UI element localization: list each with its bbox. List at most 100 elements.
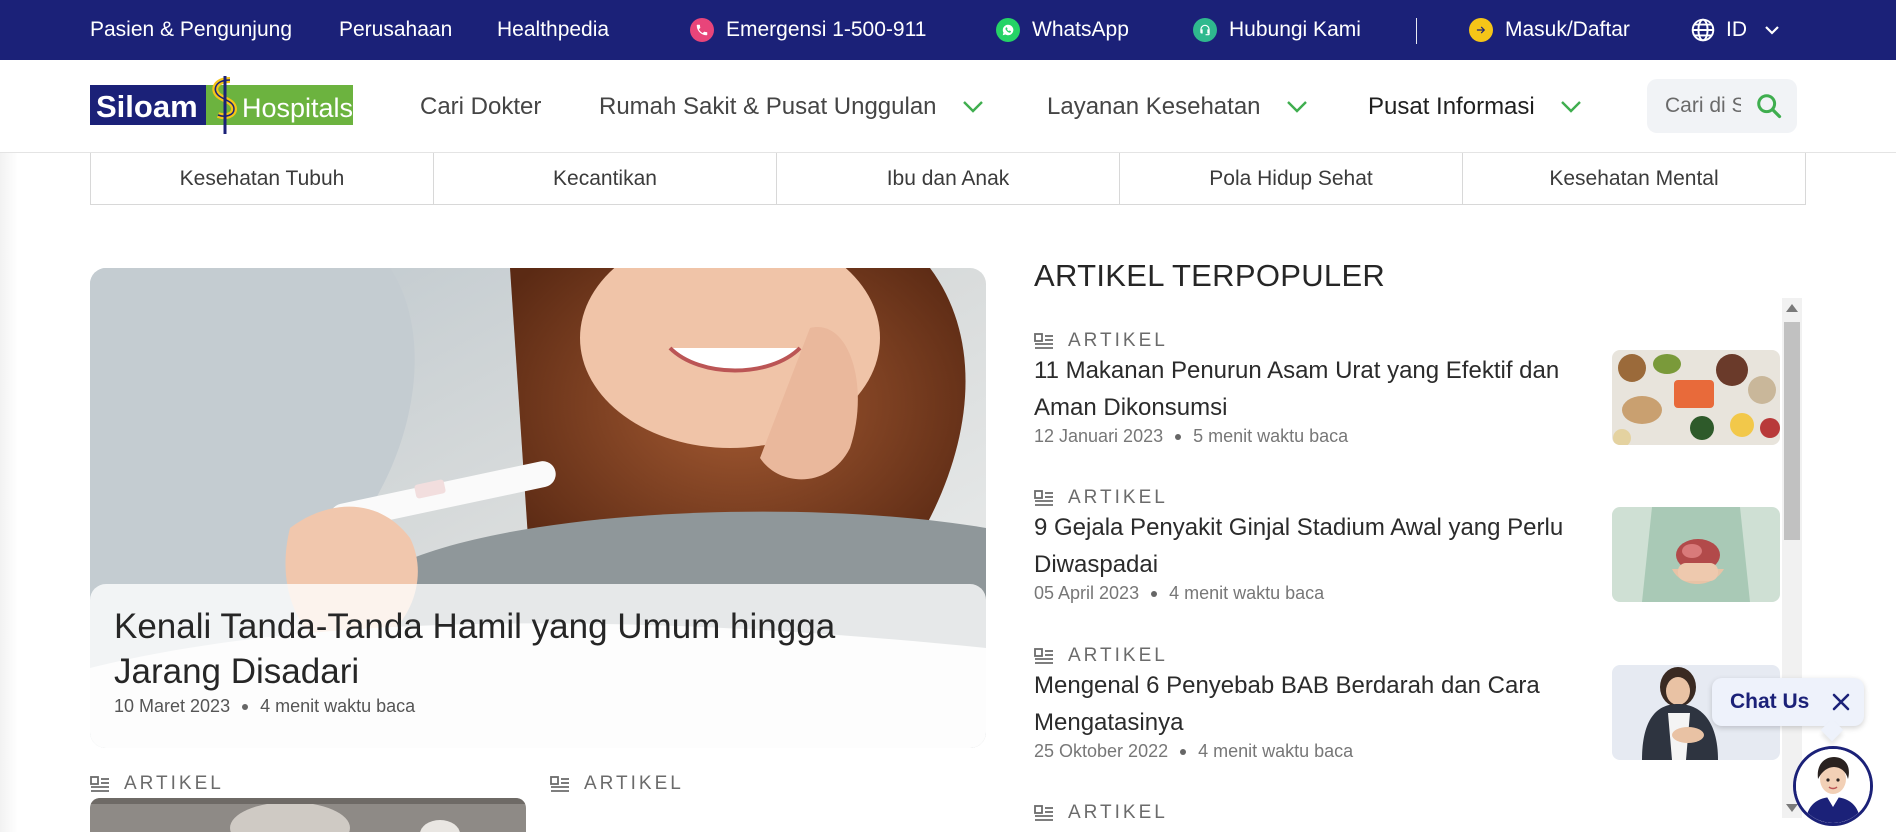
article-icon [1034, 490, 1053, 506]
hero-date: 10 Maret 2023 [114, 696, 231, 716]
popular-article-3[interactable]: ARTIKEL Mengenal 6 Penyebab BAB Berdarah… [1034, 645, 1780, 775]
nav-rumah-sakit[interactable]: Rumah Sakit & Pusat Unggulan [599, 60, 983, 153]
nav-pusat-informasi[interactable]: Pusat Informasi [1368, 60, 1581, 153]
login-label: Masuk/Daftar [1505, 18, 1630, 41]
popular-article-title: 9 Gejala Penyakit Ginjal Stadium Awal ya… [1034, 514, 1564, 578]
nav-pusat-informasi-label: Pusat Informasi [1368, 92, 1535, 120]
category-kecantikan[interactable]: Kecantikan [434, 153, 777, 204]
chat-label: Chat Us [1730, 690, 1810, 713]
emergency-label: Emergensi 1-500-911 [726, 18, 927, 41]
scrollbar-thumb[interactable] [1784, 322, 1800, 540]
popular-article-thumbnail [1612, 350, 1780, 445]
popular-list-scrollbar[interactable] [1782, 298, 1802, 818]
popular-article-4[interactable]: ARTIKEL [1034, 802, 1774, 832]
nav-rumah-sakit-label: Rumah Sakit & Pusat Unggulan [599, 92, 937, 120]
article-date: 05 April 2023 [1034, 583, 1140, 603]
hero-read-time: 4 menit waktu baca [260, 696, 416, 716]
article-label: ARTIKEL [90, 773, 224, 795]
logo-text-siloam: Siloam [96, 89, 198, 124]
nav-layanan-label: Layanan Kesehatan [1047, 92, 1261, 120]
search-icon[interactable] [1755, 92, 1783, 120]
article-read-time: 4 menit waktu baca [1198, 741, 1354, 761]
popular-heading: ARTIKEL TERPOPULER [1034, 258, 1386, 293]
article-label: ARTIKEL [1034, 487, 1168, 509]
globe-icon [1690, 17, 1716, 43]
contact-label: Hubungi Kami [1229, 18, 1361, 41]
hero-title: Kenali Tanda-Tanda Hamil yang Umum hingg… [114, 607, 836, 691]
search-input[interactable] [1665, 89, 1741, 123]
chat-bubble[interactable]: Chat Us [1712, 678, 1864, 742]
popular-article-title: Mengenal 6 Penyebab BAB Berdarah dan Car… [1034, 672, 1540, 736]
category-kesehatan-tubuh[interactable]: Kesehatan Tubuh [91, 153, 434, 204]
article-label: ARTIKEL [550, 773, 684, 795]
meta-separator [1180, 749, 1187, 756]
meta-separator [242, 704, 249, 711]
category-ibu-dan-anak[interactable]: Ibu dan Anak [777, 153, 1120, 204]
scroll-up-icon[interactable] [1786, 304, 1798, 312]
contact-link[interactable]: Hubungi Kami [1193, 0, 1361, 60]
search-box [1647, 79, 1797, 133]
popular-article-2[interactable]: ARTIKEL 9 Gejala Penyakit Ginjal Stadium… [1034, 487, 1780, 617]
chevron-down-icon [1560, 100, 1581, 113]
popular-article-thumbnail [1612, 507, 1780, 602]
topbar-divider [1416, 18, 1417, 44]
article-label-text: ARTIKEL [124, 773, 224, 794]
article-label-text: ARTIKEL [584, 773, 684, 794]
close-icon[interactable] [1830, 691, 1852, 713]
category-kesehatan-mental[interactable]: Kesehatan Mental [1463, 153, 1805, 204]
chevron-down-icon [962, 100, 983, 113]
hero-meta: 10 Maret 2023 4 menit waktu baca [114, 696, 415, 717]
siloam-logo[interactable]: Siloam Hospitals [90, 74, 353, 136]
popular-article-meta: 05 April 2023 4 menit waktu baca [1034, 583, 1324, 604]
article-date: 12 Januari 2023 [1034, 426, 1164, 446]
article-icon [1034, 648, 1053, 664]
hero-caption: Kenali Tanda-Tanda Hamil yang Umum hingg… [90, 584, 986, 748]
emergency-link[interactable]: Emergensi 1-500-911 [690, 0, 926, 60]
article-icon [90, 776, 109, 792]
article-label-text: ARTIKEL [1068, 487, 1168, 508]
main-navigation: Siloam Hospitals Cari Dokter Rumah Sakit… [0, 60, 1896, 153]
popular-article-title: 11 Makanan Penurun Asam Urat yang Efekti… [1034, 357, 1560, 421]
whatsapp-link[interactable]: WhatsApp [996, 0, 1129, 60]
article-icon [1034, 333, 1053, 349]
whatsapp-icon [996, 18, 1020, 42]
topbar-link-healthpedia[interactable]: Healthpedia [497, 0, 609, 60]
page-edge-shadow [0, 153, 18, 832]
popular-article-1[interactable]: ARTIKEL 11 Makanan Penurun Asam Urat yan… [1034, 330, 1780, 460]
article-label: ARTIKEL [1034, 802, 1168, 824]
language-selector[interactable]: ID [1690, 0, 1779, 60]
chevron-down-icon [1286, 100, 1307, 113]
top-bar: Pasien & Pengunjung Perusahaan Healthped… [0, 0, 1896, 60]
article-icon [1034, 805, 1053, 821]
article-thumbnail[interactable] [90, 798, 526, 832]
language-label: ID [1726, 18, 1747, 41]
article-icon [550, 776, 569, 792]
headset-icon [1193, 18, 1217, 42]
nav-cari-dokter[interactable]: Cari Dokter [420, 60, 541, 153]
topbar-link-pasien[interactable]: Pasien & Pengunjung [90, 0, 292, 60]
article-label-text: ARTIKEL [1068, 645, 1168, 666]
arrow-right-icon [1469, 18, 1493, 42]
chat-avatar[interactable] [1793, 746, 1873, 826]
article-label-text: ARTIKEL [1068, 330, 1168, 351]
scroll-down-icon[interactable] [1786, 804, 1798, 812]
article-label: ARTIKEL [1034, 330, 1168, 352]
article-date: 25 Oktober 2022 [1034, 741, 1169, 761]
login-link[interactable]: Masuk/Daftar [1469, 0, 1630, 60]
hero-article-card[interactable]: Kenali Tanda-Tanda Hamil yang Umum hingg… [90, 268, 986, 748]
meta-separator [1175, 434, 1182, 441]
article-label: ARTIKEL [1034, 645, 1168, 667]
article-label-text: ARTIKEL [1068, 802, 1168, 823]
category-tabs: Kesehatan Tubuh Kecantikan Ibu dan Anak … [90, 153, 1806, 205]
popular-article-meta: 25 Oktober 2022 4 menit waktu baca [1034, 741, 1353, 762]
article-read-time: 4 menit waktu baca [1169, 583, 1325, 603]
whatsapp-label: WhatsApp [1032, 18, 1129, 41]
logo-text-hospitals: Hospitals [242, 93, 353, 123]
chevron-down-icon [1765, 25, 1779, 35]
meta-separator [1151, 591, 1158, 598]
nav-layanan-kesehatan[interactable]: Layanan Kesehatan [1047, 60, 1307, 153]
category-pola-hidup-sehat[interactable]: Pola Hidup Sehat [1120, 153, 1463, 204]
topbar-link-perusahaan[interactable]: Perusahaan [339, 0, 452, 60]
phone-icon [690, 18, 714, 42]
article-read-time: 5 menit waktu baca [1193, 426, 1349, 446]
